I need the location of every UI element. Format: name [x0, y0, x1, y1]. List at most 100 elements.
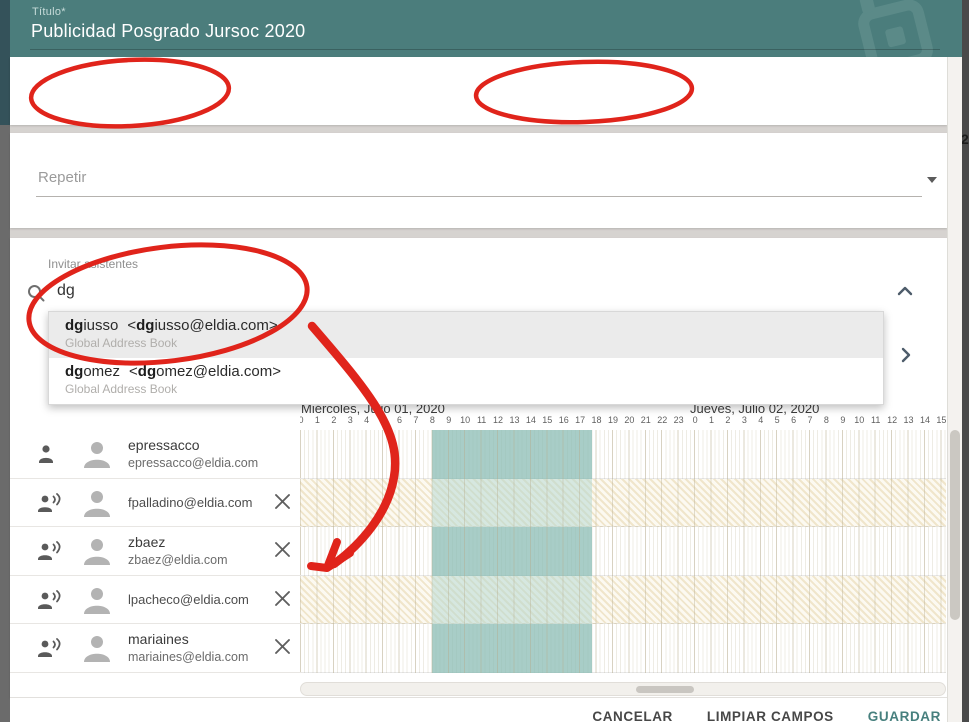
chevron-up-icon[interactable] — [897, 286, 913, 296]
suggestion-text: dgiusso<dgiusso@eldia.com> — [65, 317, 883, 334]
page-edge-right — [962, 0, 969, 722]
attendee-speaking-icon — [36, 491, 64, 515]
attendee-text: epressacco epressacco@eldia.com — [128, 436, 258, 470]
suggestion-name-bold: dg — [65, 317, 83, 334]
attendee-name: zbaez — [128, 534, 228, 550]
page-edge-left — [0, 0, 10, 125]
horizontal-scrollbar[interactable] — [300, 682, 946, 696]
page-edge-artifact: 2 — [961, 131, 969, 147]
attendee-speaking-icon — [36, 539, 64, 563]
grid-row-stripe — [300, 624, 946, 673]
date-section: 01-Jul-20 01-Jul-20 — [10, 57, 947, 125]
invite-search-input[interactable]: dg — [57, 282, 75, 300]
avatar — [80, 584, 114, 618]
attendee-email: zbaez@eldia.com — [128, 553, 228, 567]
remove-attendee-button[interactable] — [274, 638, 291, 655]
attendee-name: epressacco — [128, 437, 258, 453]
suggestion-name-bold: dg — [65, 363, 83, 380]
suggestion-item[interactable]: dgomez<dgomez@eldia.com> Global Address … — [49, 358, 883, 404]
hour-label: 6 — [392, 415, 408, 425]
repeat-dropdown[interactable]: Repetir — [10, 133, 947, 228]
hour-label: 11 — [474, 415, 490, 425]
suggestion-item[interactable]: dgiusso<dgiusso@eldia.com> Global Addres… — [49, 312, 883, 358]
attendee-text: lpacheco@eldia.com — [128, 592, 249, 607]
cancel-button[interactable]: CANCELAR — [592, 709, 673, 722]
hour-label: 0 — [300, 415, 309, 425]
hour-label: 9 — [441, 415, 457, 425]
event-title-input[interactable]: Publicidad Posgrado Jursoc 2020 — [31, 21, 305, 42]
event-block-segment — [432, 430, 592, 479]
hour-label: 10 — [457, 415, 473, 425]
repeat-placeholder: Repetir — [38, 169, 86, 186]
search-icon — [26, 283, 46, 303]
suggestion-name-rest: iusso — [83, 317, 118, 334]
hour-label: 17 — [572, 415, 588, 425]
grid-row-stripe — [300, 430, 946, 479]
hour-label: 2 — [326, 415, 342, 425]
event-block-segment — [432, 527, 592, 576]
remove-attendee-button[interactable] — [274, 541, 291, 558]
attendee-email: epressacco@eldia.com — [128, 456, 258, 470]
horizontal-scrollbar-thumb[interactable] — [636, 686, 694, 693]
attendee-row: lpacheco@eldia.com — [10, 576, 302, 625]
attendee-row: mariaines mariaines@eldia.com — [10, 624, 302, 673]
save-button[interactable]: GUARDAR — [868, 709, 941, 722]
avatar — [80, 535, 114, 569]
hour-label: 20 — [621, 415, 637, 425]
suggestion-email-rest: omez@eldia.com> — [156, 363, 281, 380]
remove-attendee-button[interactable] — [274, 590, 291, 607]
attendee-row: fpalladino@eldia.com — [10, 479, 302, 528]
suggestion-text: dgomez<dgomez@eldia.com> — [65, 363, 883, 380]
hour-label: 7 — [802, 415, 818, 425]
hour-label: 5 — [375, 415, 391, 425]
hour-label: 21 — [638, 415, 654, 425]
hour-label: 13 — [901, 415, 917, 425]
avatar — [80, 438, 114, 472]
hour-label: 4 — [753, 415, 769, 425]
title-underline — [30, 49, 940, 50]
repeat-underline — [36, 196, 922, 197]
hour-label: 14 — [917, 415, 933, 425]
suggestion-source: Global Address Book — [65, 382, 883, 396]
attendee-text: mariaines mariaines@eldia.com — [128, 630, 248, 664]
attendee-list: epressacco epressacco@eldia.com fpalladi… — [10, 430, 302, 673]
attendee-text: zbaez zbaez@eldia.com — [128, 533, 228, 567]
avatar — [80, 487, 114, 521]
clear-fields-button[interactable]: LIMPIAR CAMPOS — [707, 709, 834, 722]
hour-label: 8 — [424, 415, 440, 425]
suggestion-source: Global Address Book — [65, 336, 883, 350]
attendee-email: lpacheco@eldia.com — [128, 592, 249, 607]
suggestion-email-bold: dg — [138, 363, 156, 380]
suggestion-list: dgiusso<dgiusso@eldia.com> Global Addres… — [48, 311, 884, 405]
attendee-speaking-icon — [36, 636, 64, 660]
hour-label: 22 — [654, 415, 670, 425]
attendee-name: mariaines — [128, 631, 248, 647]
event-block-segment — [432, 479, 592, 528]
suggestion-email-open: < — [127, 317, 136, 334]
availability-grid[interactable] — [300, 430, 946, 673]
remove-attendee-button[interactable] — [274, 493, 291, 510]
invite-attendees-label: Invitar asistentes — [48, 257, 138, 271]
vertical-scrollbar[interactable] — [947, 57, 962, 722]
vertical-scrollbar-thumb[interactable] — [950, 430, 960, 620]
attendee-text: fpalladino@eldia.com — [128, 495, 253, 510]
grid-row-stripe — [300, 576, 946, 625]
hour-labels-row: 0123456789101112131415161718192021222301… — [300, 415, 948, 428]
hour-label: 3 — [342, 415, 358, 425]
hour-label: 6 — [786, 415, 802, 425]
suggestion-name-rest: omez — [83, 363, 120, 380]
chevron-down-icon[interactable] — [927, 177, 937, 183]
chevron-right-icon[interactable] — [901, 347, 911, 363]
attendee-email: mariaines@eldia.com — [128, 650, 248, 664]
hour-label: 10 — [851, 415, 867, 425]
event-time-block — [432, 430, 592, 673]
footer-bar: CANCELAR LIMPIAR CAMPOS GUARDAR — [10, 697, 947, 722]
hour-label: 15 — [933, 415, 948, 425]
hour-label: 18 — [589, 415, 605, 425]
suggestion-email-bold: dg — [136, 317, 154, 334]
suggestion-email-rest: iusso@eldia.com> — [154, 317, 277, 334]
grid-row-stripe — [300, 479, 946, 528]
hour-label: 8 — [818, 415, 834, 425]
attendee-row: epressacco epressacco@eldia.com — [10, 430, 302, 479]
hour-label: 7 — [408, 415, 424, 425]
